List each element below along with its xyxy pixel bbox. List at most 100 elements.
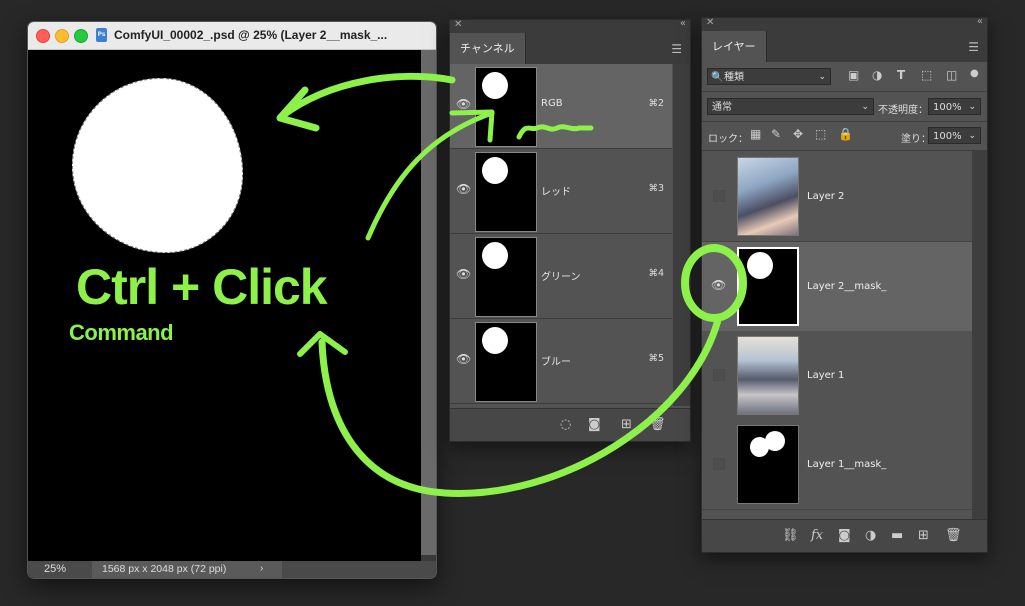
filter-toggle-icon[interactable]: ●	[970, 68, 979, 79]
eye-icon[interactable]: 👁	[456, 97, 471, 111]
psd-file-icon: Ps	[96, 28, 107, 42]
channel-thumbnail	[475, 152, 537, 232]
channels-footer: ◌ ◙ ⊞ 🗑	[450, 408, 690, 441]
opacity-input[interactable]: 100% ⌄	[928, 98, 981, 115]
folder-icon[interactable]: ▬	[891, 528, 903, 543]
lock-artboard-icon[interactable]: ⬚	[815, 127, 826, 141]
trash-icon[interactable]: 🗑	[649, 417, 666, 432]
tab-channels[interactable]: チャンネル	[450, 33, 526, 64]
close-window-button[interactable]	[36, 29, 50, 43]
zoom-window-button[interactable]	[74, 29, 88, 43]
type-filter-icon[interactable]: T	[897, 68, 905, 82]
document-title: ComfyUI_00002_.psd @ 25% (Layer 2__mask_…	[114, 28, 388, 42]
visibility-toggle[interactable]	[713, 190, 725, 202]
channel-thumbnail	[475, 322, 537, 402]
shape-filter-icon[interactable]: ⬚	[921, 68, 932, 82]
layer-name: Layer 2__mask_	[807, 281, 887, 292]
new-layer-icon[interactable]: ⊞	[918, 528, 929, 543]
filter-kind-select[interactable]: 🔍 種類 ⌄	[707, 68, 831, 85]
document-size-info[interactable]: 1568 px x 2048 px (72 ppi)	[92, 561, 282, 578]
opacity-label: 不透明度：	[878, 105, 928, 116]
eye-icon[interactable]: 👁	[456, 182, 471, 196]
lock-position-icon[interactable]: ✥	[793, 127, 803, 141]
channel-row-rgb[interactable]: 👁 RGB ⌘2	[450, 64, 672, 149]
save-selection-icon[interactable]: ◙	[588, 417, 601, 432]
channels-scrollbar[interactable]	[673, 64, 690, 406]
link-layers-icon[interactable]: ⛓	[782, 528, 799, 543]
layer-thumbnail	[737, 425, 799, 504]
fill-label: 塗り：	[901, 134, 931, 145]
new-channel-icon[interactable]: ⊞	[621, 417, 632, 432]
channel-name: グリーン	[541, 272, 581, 283]
trash-icon[interactable]: 🗑	[945, 528, 962, 543]
layer-row-layer-1-mask[interactable]: Layer 1__mask_	[702, 420, 972, 510]
opacity-value: 100%	[933, 102, 962, 113]
fill-value: 100%	[933, 131, 962, 142]
fill-input[interactable]: 100% ⌄	[928, 127, 981, 144]
layers-footer: ⛓ fx ◙ ◑ ▬ ⊞ 🗑	[702, 519, 987, 552]
eye-icon[interactable]: 👁	[456, 267, 471, 281]
chevron-down-icon: ⌄	[818, 72, 826, 82]
channel-name: ブルー	[541, 357, 571, 368]
layers-scrollbar[interactable]	[972, 151, 987, 519]
filter-row: 🔍 種類 ⌄ ▣ ◑ T ⬚ ◫ ●	[702, 62, 987, 92]
layer-name: Layer 1	[807, 370, 845, 381]
layer-row-layer-2[interactable]: Layer 2	[702, 152, 972, 242]
channel-name: RGB	[541, 98, 563, 109]
vertical-scrollbar[interactable]	[421, 50, 436, 555]
title-bar[interactable]: Ps ComfyUI_00002_.psd @ 25% (Layer 2__ma…	[28, 22, 436, 50]
channel-shortcut: ⌘4	[648, 268, 664, 279]
chevron-right-icon[interactable]: ›	[260, 563, 263, 574]
eye-icon[interactable]: 👁	[456, 352, 471, 366]
panel-menu-icon[interactable]: ☰	[968, 40, 979, 54]
adjustment-layer-icon[interactable]: ◑	[865, 528, 876, 543]
visibility-toggle[interactable]	[713, 369, 725, 381]
channel-shortcut: ⌘5	[648, 353, 664, 364]
layer-thumbnail[interactable]	[737, 247, 799, 326]
layers-panel: ✕ « レイヤー ☰ 🔍 種類 ⌄ ▣ ◑ T ⬚ ◫ ● 通常 ⌄ 不透明度：…	[701, 16, 988, 553]
lock-all-icon[interactable]: 🔒	[838, 127, 853, 141]
channel-row-red[interactable]: 👁 レッド ⌘3	[450, 149, 672, 234]
channels-tabbar: チャンネル ☰	[450, 33, 690, 64]
smart-object-filter-icon[interactable]: ◫	[946, 68, 957, 82]
add-mask-icon[interactable]: ◙	[838, 528, 851, 543]
layer-name: Layer 2	[807, 191, 845, 202]
layer-thumbnail	[737, 336, 799, 415]
collapse-icon[interactable]: «	[680, 18, 686, 29]
blend-row: 通常 ⌄ 不透明度： 100% ⌄	[702, 92, 987, 122]
blend-mode-value: 通常	[712, 102, 732, 113]
close-icon[interactable]: ✕	[706, 17, 714, 28]
visibility-toggle[interactable]	[713, 458, 725, 470]
channel-row-blue[interactable]: 👁 ブルー ⌘5	[450, 319, 672, 404]
channel-shortcut: ⌘3	[648, 183, 664, 194]
fx-icon[interactable]: fx	[811, 528, 823, 543]
tab-layers[interactable]: レイヤー	[702, 31, 767, 62]
chevron-down-icon: ⌄	[968, 102, 976, 112]
minimize-window-button[interactable]	[55, 29, 69, 43]
layer-row-layer-1[interactable]: Layer 1	[702, 331, 972, 421]
panel-header: ✕ «	[450, 18, 690, 33]
channel-row-green[interactable]: 👁 グリーン ⌘4	[450, 234, 672, 319]
panel-menu-icon[interactable]: ☰	[671, 42, 682, 56]
filter-kind-value: 種類	[724, 72, 744, 83]
close-icon[interactable]: ✕	[454, 19, 462, 30]
chevron-down-icon: ⌄	[861, 102, 869, 112]
instruction-subtext: Command	[69, 320, 174, 345]
load-selection-icon[interactable]: ◌	[560, 417, 571, 432]
layers-tabbar: レイヤー ☰	[702, 31, 987, 62]
blend-mode-select[interactable]: 通常 ⌄	[707, 98, 874, 115]
layer-name: Layer 1__mask_	[807, 459, 887, 470]
adjustment-filter-icon[interactable]: ◑	[872, 68, 882, 82]
collapse-icon[interactable]: «	[977, 16, 983, 27]
instruction-text: Ctrl + Click	[76, 259, 328, 315]
zoom-field[interactable]: 25%	[44, 563, 66, 575]
lock-image-icon[interactable]: ✎	[771, 127, 781, 141]
channel-shortcut: ⌘2	[648, 98, 664, 109]
lock-transparent-icon[interactable]: ▦	[750, 127, 761, 141]
eye-icon[interactable]: 👁	[711, 278, 726, 292]
search-icon: 🔍	[711, 72, 724, 83]
layer-row-layer-2-mask[interactable]: 👁 Layer 2__mask_	[702, 242, 972, 332]
layer-thumbnail	[737, 157, 799, 236]
lock-label: ロック：	[708, 134, 748, 145]
image-filter-icon[interactable]: ▣	[848, 68, 859, 82]
